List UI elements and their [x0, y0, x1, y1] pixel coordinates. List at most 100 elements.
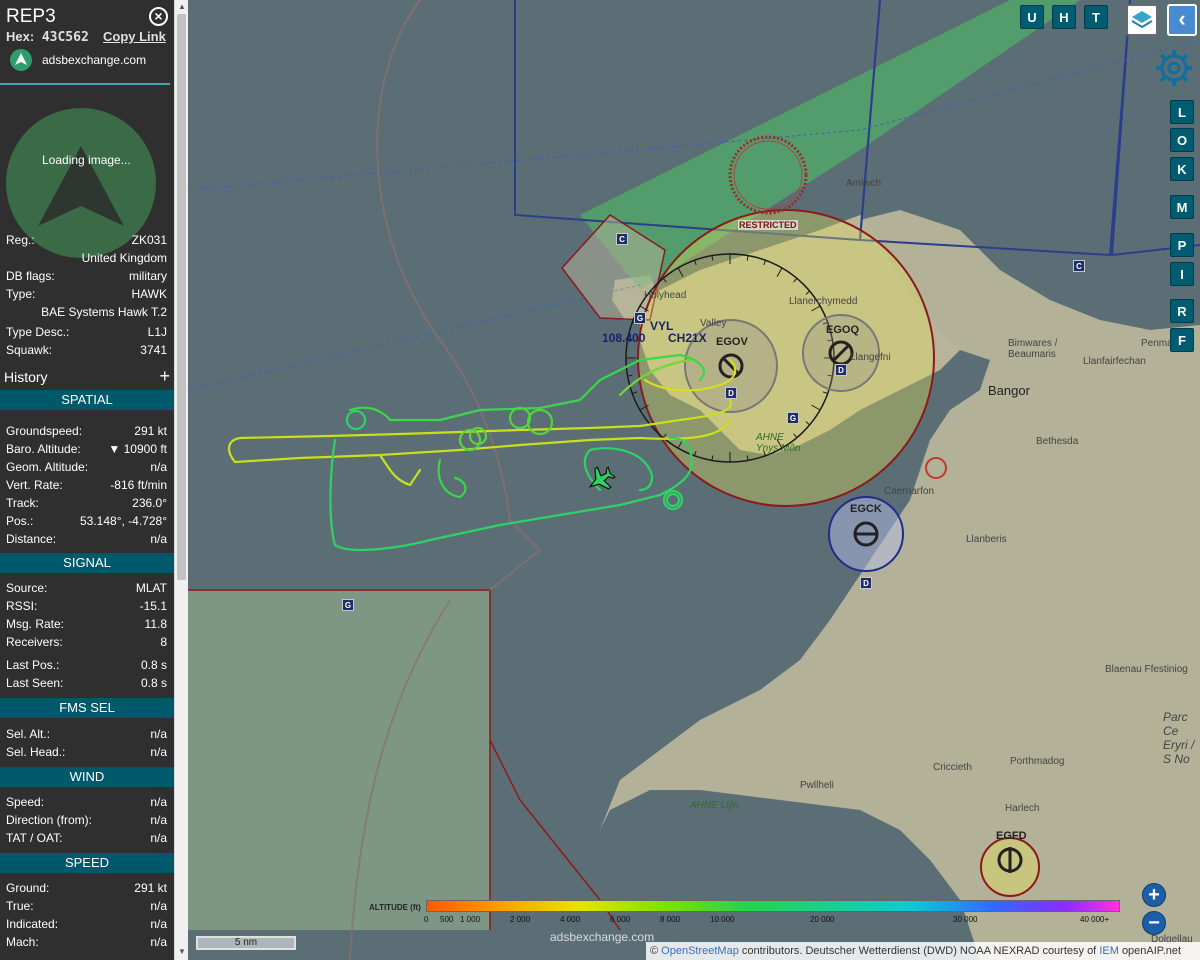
- place-criccieth: Criccieth: [933, 762, 972, 773]
- sidebar-scrollbar[interactable]: ▲ ▼: [174, 0, 188, 960]
- scroll-thumb[interactable]: [177, 14, 186, 580]
- settings-button[interactable]: [1152, 46, 1196, 90]
- info-label: Pos.:: [6, 514, 34, 528]
- info-value: MLAT: [135, 581, 167, 595]
- altitude-tick-label: 1 000: [460, 915, 481, 924]
- osm-link[interactable]: OpenStreetMap: [661, 945, 739, 957]
- place-caernarfon: Caernarfon: [884, 486, 935, 497]
- info-value: -15.1: [139, 599, 167, 613]
- place-llanberis: Llanberis: [966, 534, 1007, 545]
- info-label: Speed:: [6, 795, 45, 809]
- info-value: 291 kt: [134, 881, 167, 895]
- scroll-up-icon[interactable]: ▲: [178, 3, 186, 11]
- zoom-in-button[interactable]: +: [1142, 883, 1166, 907]
- toggle-button-p[interactable]: P: [1170, 233, 1194, 257]
- gear-icon: [1156, 50, 1192, 86]
- airspace-class-badge: C: [1073, 260, 1085, 272]
- info-label: Squawk:: [6, 343, 53, 357]
- info-value: United Kingdom: [81, 251, 167, 265]
- info-label: Source:: [6, 581, 48, 595]
- section-spatial-header[interactable]: SPATIAL: [0, 390, 174, 410]
- place-holyhead: Holyhead: [644, 290, 687, 301]
- altitude-tick-label: 30 000: [953, 915, 978, 924]
- layers-button[interactable]: [1126, 4, 1158, 36]
- map-canvas[interactable]: [188, 0, 1200, 960]
- toggle-button-o[interactable]: O: [1170, 128, 1194, 152]
- altitude-tick-label: 8 000: [660, 915, 681, 924]
- info-label: Geom. Altitude:: [6, 460, 89, 474]
- info-value: 53.148°, -4.728°: [80, 514, 167, 528]
- info-label: Msg. Rate:: [6, 617, 65, 631]
- place-valley: Valley: [700, 318, 727, 329]
- iem-link[interactable]: IEM: [1099, 945, 1119, 957]
- info-value: 11.8: [144, 617, 167, 631]
- airspace-class-badge: G: [634, 312, 646, 324]
- section-wind-header[interactable]: WIND: [0, 767, 174, 787]
- airspace-class-badge: G: [342, 599, 354, 611]
- info-label: DB flags:: [6, 269, 55, 283]
- toggle-button-i[interactable]: I: [1170, 262, 1194, 286]
- info-value: n/a: [150, 917, 167, 931]
- info-label: Last Seen:: [6, 676, 64, 690]
- info-label: True:: [6, 899, 34, 913]
- place-blaenau-ffestiniog: Blaenau Ffestiniog: [1105, 664, 1188, 675]
- info-value: n/a: [150, 813, 167, 827]
- airspace-class-badge: D: [835, 364, 847, 376]
- info-label: RSSI:: [6, 599, 38, 613]
- place-bethesda: Bethesda: [1036, 436, 1079, 447]
- info-label: Distance:: [6, 532, 57, 546]
- info-value: n/a: [150, 532, 167, 546]
- info-value: military: [129, 269, 167, 283]
- info-value: n/a: [150, 795, 167, 809]
- map-view[interactable]: RESTRICTED Amlwch Llanerchymedd Holyhead…: [188, 0, 1200, 960]
- openaip-text: openAIP.net: [1121, 945, 1182, 957]
- scroll-down-icon[interactable]: ▼: [178, 948, 186, 956]
- info-label: Mach:: [6, 935, 39, 949]
- info-value: 0.8 s: [140, 676, 167, 690]
- layers-icon: [1131, 11, 1153, 29]
- info-label: Last Pos.:: [6, 658, 60, 672]
- airport-egoq-label: EGOQ: [826, 324, 860, 336]
- adsbexchange-link[interactable]: adsbexchange.com: [10, 49, 170, 73]
- copy-link[interactable]: Copy Link: [103, 29, 166, 44]
- toggle-button-r[interactable]: R: [1170, 299, 1194, 323]
- toggle-button-u[interactable]: U: [1020, 5, 1044, 29]
- altitude-tick-label: 6 000: [610, 915, 631, 924]
- toggle-button-f[interactable]: F: [1170, 328, 1194, 352]
- toggle-button-k[interactable]: K: [1170, 157, 1194, 181]
- info-label: Track:: [6, 496, 39, 510]
- section-signal-header[interactable]: SIGNAL: [0, 553, 174, 573]
- toggle-button-l[interactable]: L: [1170, 100, 1194, 124]
- altitude-tick-label: 20 000: [810, 915, 835, 924]
- airport-egov-label: EGOV: [716, 336, 748, 348]
- info-value: n/a: [150, 727, 167, 741]
- zoom-out-button[interactable]: −: [1142, 911, 1166, 935]
- history-expand-icon[interactable]: +: [159, 366, 170, 387]
- airspace-class-badge: C: [616, 233, 628, 245]
- hex-row: Hex: 43C562: [6, 29, 89, 45]
- place-porthmadog: Porthmadog: [1010, 756, 1065, 767]
- hex-value: 43C562: [41, 30, 89, 45]
- photo-loading-text: Loading image...: [42, 153, 131, 167]
- close-icon[interactable]: ×: [149, 7, 168, 26]
- history-label: History: [4, 369, 48, 385]
- section-speed-header[interactable]: SPEED: [0, 853, 174, 873]
- toggle-button-t[interactable]: T: [1084, 5, 1108, 29]
- map-attribution: © OpenStreetMap contributors. Deutscher …: [646, 942, 1200, 960]
- info-label: Type Desc.:: [6, 325, 70, 339]
- toggle-button-m[interactable]: M: [1170, 195, 1194, 219]
- airport-egck-label: EGCK: [850, 503, 882, 515]
- info-label: Groundspeed:: [6, 424, 83, 438]
- section-fms-header[interactable]: FMS SEL: [0, 698, 174, 718]
- place-llanerchymedd: Llanerchymedd: [789, 296, 858, 307]
- info-value: 291 kt: [134, 424, 167, 438]
- toggle-button-h[interactable]: H: [1052, 5, 1076, 29]
- info-value: n/a: [150, 745, 167, 759]
- history-header[interactable]: History +: [4, 366, 172, 387]
- back-button[interactable]: ‹: [1167, 4, 1197, 36]
- altitude-tick-label: 2 000: [510, 915, 531, 924]
- info-value: 3741: [140, 343, 167, 357]
- info-value: ▼ 10900 ft: [108, 442, 167, 456]
- scale-bar: 5 nm: [196, 936, 296, 950]
- brand-text: adsbexchange.com: [42, 53, 147, 67]
